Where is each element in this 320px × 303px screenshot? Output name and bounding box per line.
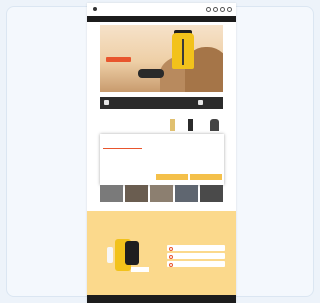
product-image[interactable] <box>188 119 193 131</box>
cart-icon[interactable] <box>227 7 232 12</box>
feature-bullet <box>167 245 225 251</box>
webpage-screenshot <box>87 3 236 303</box>
hero-banner <box>100 25 223 92</box>
product-image[interactable] <box>170 119 175 131</box>
category-tile[interactable] <box>175 185 198 202</box>
category-tile[interactable] <box>125 185 148 202</box>
product-row <box>100 119 223 133</box>
feature-bullet <box>167 253 225 259</box>
category-strip <box>100 97 223 109</box>
modal-logo <box>103 136 108 139</box>
heart-icon[interactable] <box>220 7 225 12</box>
category-tile[interactable] <box>150 185 173 202</box>
bottle-image <box>107 247 113 263</box>
tab-details[interactable] <box>142 143 181 148</box>
product-tag <box>131 267 149 272</box>
feature-section <box>87 211 236 295</box>
logo[interactable] <box>93 7 107 11</box>
site-header <box>87 3 236 15</box>
search-icon[interactable] <box>206 7 211 12</box>
consent-tabs <box>103 143 221 149</box>
cookie-consent-modal <box>100 134 224 185</box>
feature-bullets <box>167 245 225 269</box>
accept-all-button[interactable] <box>190 174 222 180</box>
category-icon <box>104 100 109 105</box>
category-tile[interactable] <box>200 185 223 202</box>
header-icons <box>206 7 232 12</box>
pouch-image <box>138 69 164 78</box>
main-nav <box>124 7 136 11</box>
category-icon <box>198 100 203 105</box>
feature-bullet <box>167 261 225 267</box>
product-image[interactable] <box>210 119 219 131</box>
tab-about[interactable] <box>181 143 220 148</box>
category-tile[interactable] <box>100 185 123 202</box>
user-icon[interactable] <box>213 7 218 12</box>
logo-mark-icon <box>93 7 97 11</box>
bag-image <box>125 241 139 265</box>
category-tiles <box>100 185 224 202</box>
customize-button[interactable] <box>156 174 188 180</box>
tab-consent[interactable] <box>103 143 142 149</box>
hero-cta-button[interactable] <box>106 57 131 62</box>
backpack-strap <box>182 39 184 65</box>
promo-bar <box>87 16 236 22</box>
